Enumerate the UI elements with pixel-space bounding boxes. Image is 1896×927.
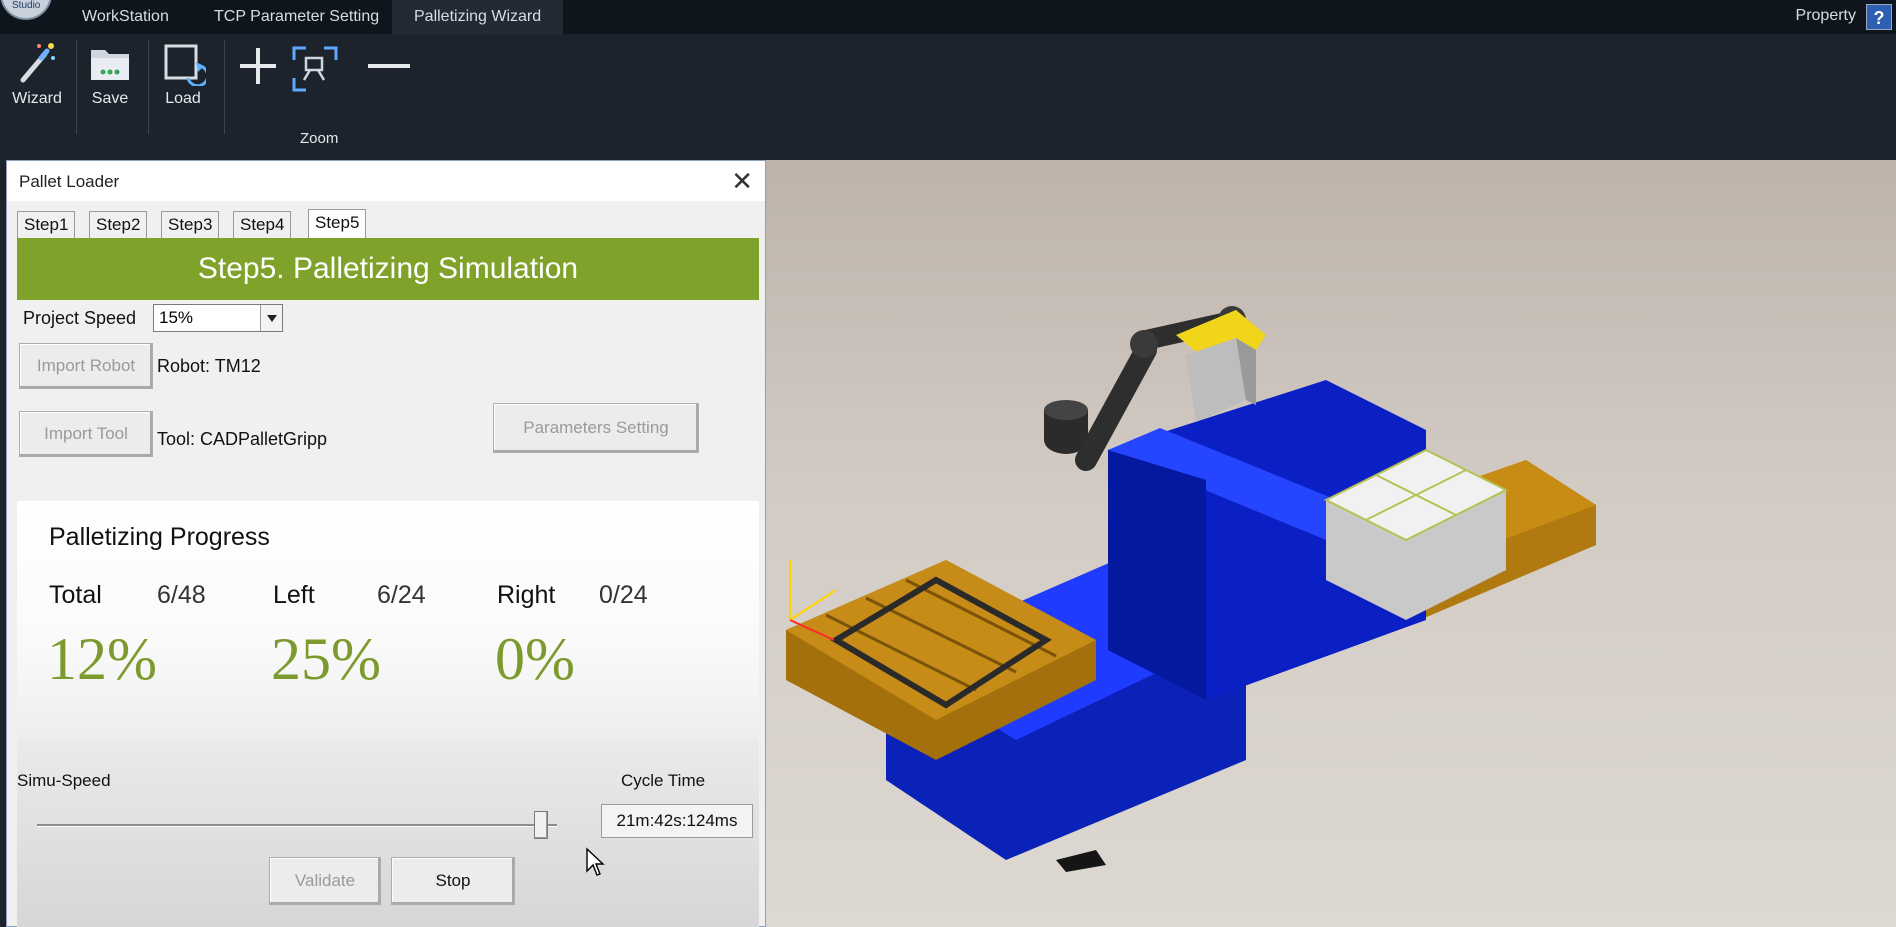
- toolbar-separator: [148, 40, 149, 134]
- project-speed-select[interactable]: 15%: [153, 304, 283, 332]
- save-button-label: Save: [91, 90, 129, 107]
- simu-speed-label: Simu-Speed: [17, 771, 111, 790]
- toolbar-ribbon: Wizard Save Load Zoom: [0, 34, 1896, 160]
- zoom-fit-icon[interactable]: [290, 44, 340, 94]
- folder-save-icon: [91, 50, 129, 80]
- tab-step3[interactable]: Step3: [161, 211, 220, 239]
- robot-info: Robot: TM12: [157, 356, 261, 376]
- left-label: Left: [273, 581, 315, 609]
- app-logo[interactable]: Studio: [0, 0, 52, 20]
- step-banner: Step5. Palletizing Simulation: [17, 238, 759, 300]
- tab-palletizing-wizard[interactable]: Palletizing Wizard: [392, 0, 564, 34]
- window-titlebar[interactable]: Pallet Loader ✕: [7, 161, 765, 201]
- tab-tcp-parameter-setting[interactable]: TCP Parameter Setting: [192, 0, 401, 34]
- right-percent: 0%: [495, 626, 575, 692]
- tool-info: Tool: CADPalletGripp: [157, 429, 328, 449]
- property-menu[interactable]: Property: [1796, 0, 1856, 32]
- close-icon[interactable]: ✕: [731, 167, 753, 195]
- total-percent: 12%: [47, 626, 157, 692]
- left-percent: 25%: [271, 626, 381, 692]
- progress-title: Palletizing Progress: [49, 523, 270, 551]
- app-window: Studio WorkStation TCP Parameter Setting…: [0, 0, 1896, 927]
- cycle-time-display: 21m:42s:124ms: [601, 804, 753, 838]
- right-count: 0/24: [599, 581, 648, 609]
- import-robot-button[interactable]: Import Robot: [19, 343, 153, 389]
- simu-speed-slider-thumb[interactable]: [534, 811, 549, 839]
- help-icon[interactable]: ?: [1866, 4, 1892, 30]
- wizard-button-label: Wizard: [12, 90, 62, 107]
- tab-step5[interactable]: Step5: [308, 209, 367, 239]
- stop-button[interactable]: Stop: [391, 857, 515, 905]
- palletizing-cell-scene: [786, 306, 1596, 872]
- load-icon: [164, 44, 206, 86]
- pallet-loader-window: Pallet Loader ✕ Step1 Step2 Step3 Step4 …: [6, 160, 766, 927]
- right-label: Right: [497, 581, 556, 609]
- tab-step1[interactable]: Step1: [17, 211, 76, 239]
- menu-bar: Studio WorkStation TCP Parameter Setting…: [0, 0, 1896, 34]
- load-button[interactable]: Load: [152, 34, 214, 108]
- import-tool-button[interactable]: Import Tool: [19, 411, 153, 457]
- toolbar-separator: [76, 40, 77, 134]
- zoom-in-icon[interactable]: [236, 44, 280, 88]
- validate-button[interactable]: Validate: [269, 857, 381, 905]
- load-button-label: Load: [165, 90, 201, 107]
- window-title: Pallet Loader: [19, 172, 120, 191]
- save-button[interactable]: Save: [80, 34, 140, 108]
- wizard-button[interactable]: Wizard: [8, 34, 66, 108]
- cycle-time-label: Cycle Time: [621, 771, 706, 790]
- total-label: Total: [49, 581, 102, 609]
- simu-speed-slider-track[interactable]: [37, 824, 557, 827]
- project-speed-value: 15%: [159, 308, 194, 327]
- chevron-down-icon[interactable]: [260, 305, 282, 331]
- tab-step2[interactable]: Step2: [89, 211, 148, 239]
- left-count: 6/24: [377, 581, 426, 609]
- tab-workstation[interactable]: WorkStation: [60, 0, 191, 34]
- parameters-setting-button[interactable]: Parameters Setting: [493, 403, 699, 453]
- palletizing-progress-panel: Palletizing Progress Total 6/48 12% Left…: [17, 501, 759, 739]
- zoom-group-label: Zoom: [300, 130, 339, 147]
- 3d-viewport[interactable]: [766, 160, 1896, 927]
- tab-step4[interactable]: Step4: [233, 211, 292, 239]
- toolbar-separator: [224, 40, 225, 134]
- magic-wand-icon: [20, 43, 55, 83]
- zoom-out-icon[interactable]: [364, 44, 414, 88]
- mouse-cursor-icon: [586, 847, 605, 876]
- project-speed-label: Project Speed: [23, 308, 137, 328]
- total-count: 6/48: [157, 581, 206, 609]
- logo-text: Studio: [12, 0, 41, 11]
